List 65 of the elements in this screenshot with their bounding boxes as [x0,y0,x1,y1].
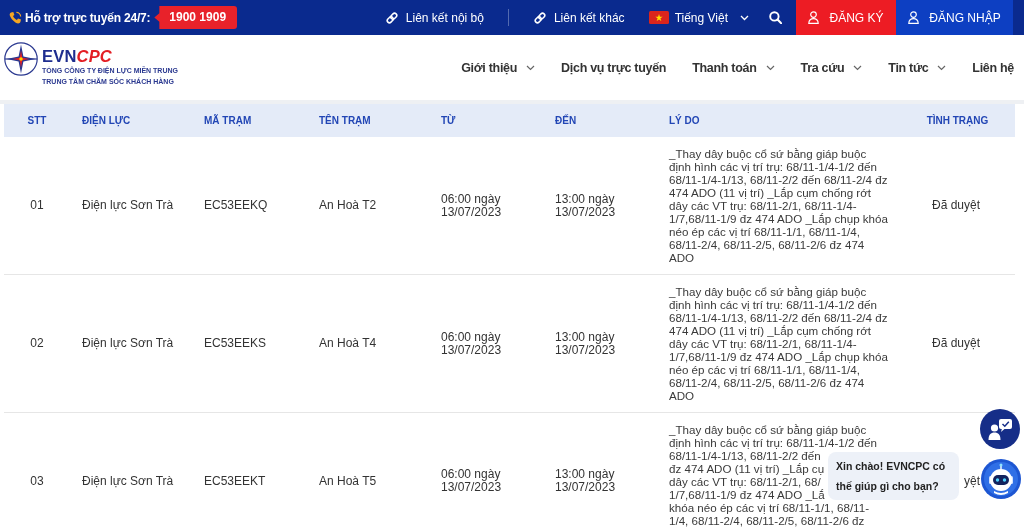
column-header: ĐẾN [554,115,577,126]
quick-link[interactable]: Liên kết nội bộ [384,10,484,25]
search-icon[interactable] [769,11,782,24]
end-time: 13:00 ngày 13/07/2023 [555,330,617,357]
station-code: EC53EEKS [204,337,267,350]
station-name: An Hoà T4 [319,337,377,350]
end-time: 13:00 ngày 13/07/2023 [555,192,617,219]
reason-text: _Thay dây buộc cổ sứ bằng giáp buộc [669,423,867,436]
end-time: 13:00 ngày 13/07/2023 [555,468,617,494]
link-icon [532,10,547,25]
status-text: Đã duyệt [931,337,980,350]
nav-menu-item[interactable]: Tra cứu [800,60,863,75]
reason-text: dây các VT trụ: 68/11-2/1, 68/ [669,475,821,488]
station-name: An Hoà T2 [319,199,377,212]
hotline-badge[interactable]: 1900 1909 [154,6,238,29]
station-code: EC53EEKT [204,474,266,488]
nav-menu-item[interactable]: Liên hệ [972,60,1014,75]
row-number: 03 [30,474,44,488]
column-header: ĐIỆN LỰC [81,115,131,126]
nav-menu-item[interactable]: Giới thiệu [461,60,536,75]
flag-icon [648,11,669,24]
link-icon [384,10,399,25]
column-header: LÝ DO [668,115,700,126]
user-icon [908,11,920,24]
column-header: STT [27,115,47,126]
column-header: MÃ TRẠM [203,115,252,126]
start-time: 06:00 ngày 13/07/2023 [441,330,503,357]
reason-text: _Thay dây buộc cổ sứ bằng giáp buộc định hình các vị trí trụ: 68/11-1/4-1/2 đến 68/11-1/4-1/13, 68/11-2/2 đến 68/11-2/4 đz 474 ADO (11 vị trí) _Lắp cụm chống rớt dây các VT trụ: 68/11-2/1, 68/11-1/4-1/7,68/11-1/9 đz 474 ADO _Lắp chụp khóa néo ép các vị trí 68/11-1/1, 68/11-1/4, 68/11-2/4, 68/11-2/5, 68/11-2/6 đz 474 ADO [669,147,888,264]
reason-text: khóa néo ép các vị trí 68/11-1/1, 68/11- [669,501,869,514]
power-company: Điện lực Sơn Trà [82,337,174,350]
chat-greeting-bubble[interactable]: Xin chào! EVNCPC có thế giúp gì cho bạn? [828,452,959,500]
support-chat-icon[interactable] [980,409,1020,449]
status-text: yệt [964,474,980,488]
power-company: Điện lực Sơn Trà [82,199,174,212]
start-time: 06:00 ngày 13/07/2023 [441,468,503,494]
power-company: Điện lực Sơn Trà [82,474,174,488]
status-text: Đã duyệt [931,199,980,212]
column-header: TÊN TRẠM [318,115,371,126]
row-number: 01 [30,199,44,212]
reason-text: đz 474 ADO (11 vị trí) _Lắp cụ [669,462,825,475]
brand-name: EVNCPC [42,47,112,65]
chevron-down-icon [740,14,749,21]
reason-text: 1/7,68/11-1/9 đz 474 ADO _Lắ [669,488,825,501]
nav-menu-item[interactable]: Tin tức [888,60,947,75]
nav-menu-item[interactable]: Thanh toán [692,60,775,75]
reason-text: định hình các vị trí trụ: 68/11-1/4-1/2 đến [669,436,877,449]
station-code: EC53EEKQ [204,199,268,212]
reason-text: _Thay dây buộc cổ sứ bằng giáp buộc định hình các vị trí trụ: 68/11-1/4-1/2 đến 68/11-1/4-1/13, 68/11-2/2 đến 68/11-2/4 đz 474 ADO (11 vị trí) _Lắp cụm chống rớt dây các VT trụ: 68/11-2/1, 68/11-1/4-1/7,68/11-1/9 đz 474 ADO _Lắp chụp khóa néo ép các vị trí 68/11-1/1, 68/11-1/4, 68/11-2/4, 68/11-2/5, 68/11-2/6 đz 474 ADO [669,285,888,402]
column-header: TÌNH TRẠNG [926,115,989,126]
hotline-label: Hỗ trợ trực tuyến 24/7: [25,10,151,25]
nav-menu-item[interactable]: Dịch vụ trực tuyến [561,60,667,75]
station-name: An Hoà T5 [319,474,377,488]
start-time: 06:00 ngày 13/07/2023 [441,192,503,219]
register-button[interactable]: ĐĂNG KÝ [796,0,896,35]
reason-text: 68/11-1/4-1/13, 68/11-2/2 đến [669,449,821,462]
row-number: 02 [30,337,44,350]
login-button[interactable]: ĐĂNG NHẬP [896,0,1013,35]
chatbot-robot-icon[interactable] [981,459,1021,499]
reason-text: 1/4, 68/11-2/4, 68/11-2/5, 68/11-2/6 đz [669,514,865,527]
language-selector[interactable]: Tiếng Việt [648,10,749,25]
logo-icon[interactable] [4,42,38,76]
quick-link[interactable]: Liên kết khác [532,10,625,25]
column-header: TỪ [440,115,456,126]
phone-icon [8,10,22,25]
user-icon [808,11,820,24]
